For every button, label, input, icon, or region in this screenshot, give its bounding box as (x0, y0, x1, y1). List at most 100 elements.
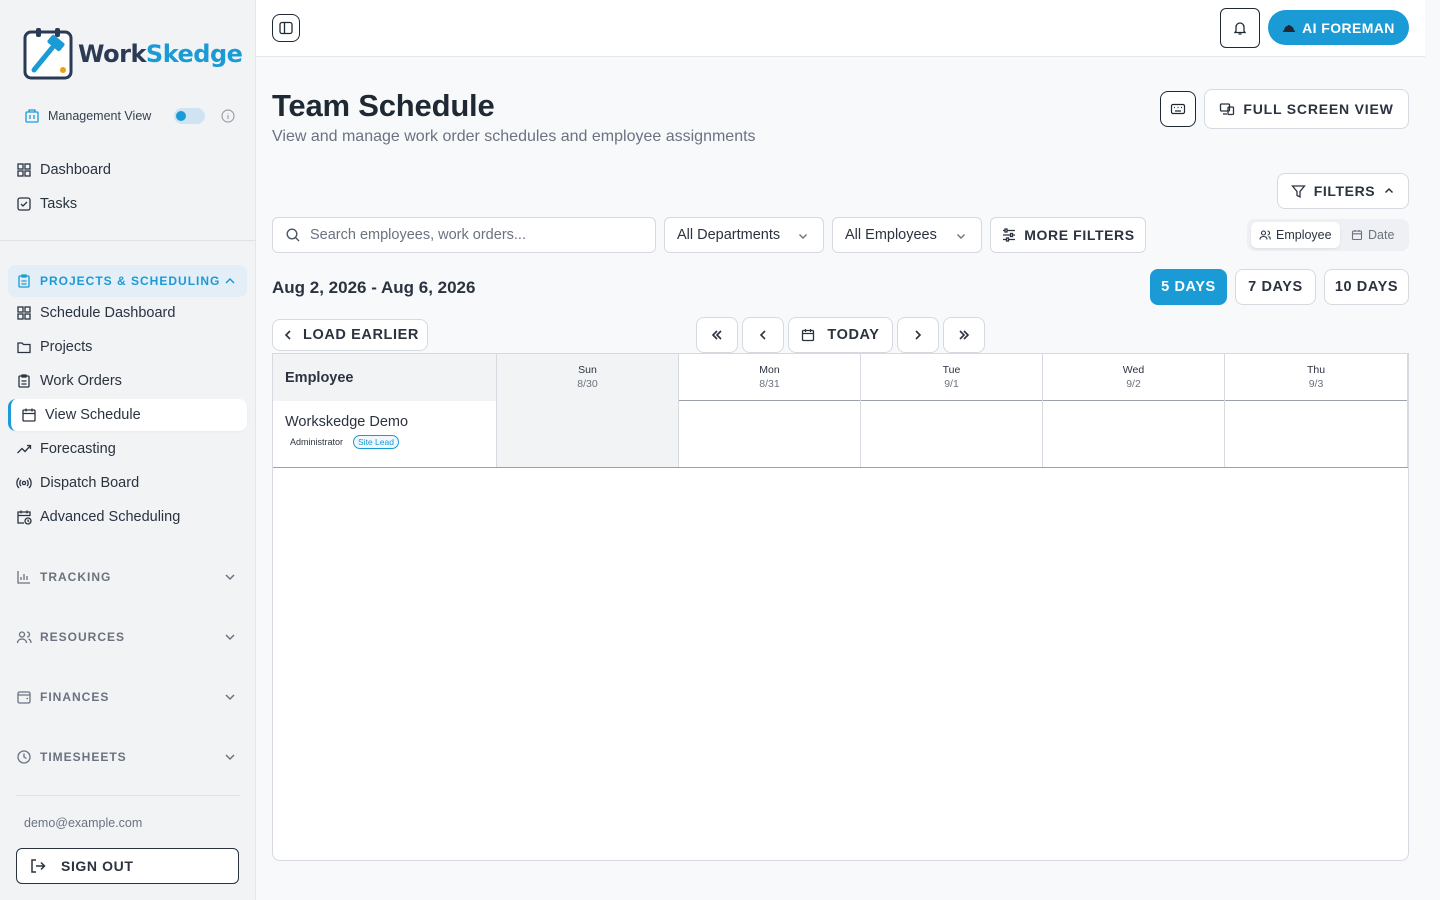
clipboard-icon (18, 274, 30, 288)
folder-icon (17, 342, 31, 354)
today-label: TODAY (827, 327, 880, 343)
notifications-button[interactable] (1220, 8, 1260, 48)
more-filters-label: MORE FILTERS (1024, 227, 1135, 243)
section-projects-scheduling[interactable]: PROJECTS & SCHEDULING (8, 265, 247, 297)
section-tracking[interactable]: TRACKING (8, 561, 247, 593)
sidebar-item-forecasting[interactable]: Forecasting (16, 433, 248, 465)
schedule-grid: Employee Sun 8/30 Mon 8/31 Tue 9/1 Wed 9… (272, 353, 1409, 861)
day-header-tue: Tue 9/1 (861, 354, 1043, 401)
chevron-up-icon (225, 277, 235, 284)
section-resources[interactable]: RESOURCES (8, 621, 247, 653)
days-5-button[interactable]: 5 DAYS (1150, 269, 1227, 305)
departments-select[interactable]: All Departments (664, 217, 824, 253)
sidebar-toggle-button[interactable] (272, 14, 300, 42)
page-scrollbar[interactable] (1425, 0, 1440, 900)
days-7-button[interactable]: 7 DAYS (1235, 269, 1316, 305)
sidebar-item-projects[interactable]: Projects (16, 331, 248, 363)
day-name: Mon (759, 364, 780, 376)
sidebar-item-dashboard[interactable]: Dashboard (16, 154, 248, 186)
schedule-cell-mon[interactable] (679, 401, 861, 467)
date-range-label: Aug 2, 2026 - Aug 6, 2026 (272, 278, 476, 297)
employee-meta: Administrator Site Lead (285, 435, 496, 449)
sidebar-item-work-orders[interactable]: Work Orders (16, 365, 248, 397)
sidebar-item-dispatch-board[interactable]: Dispatch Board (16, 467, 248, 499)
grid-icon (17, 163, 31, 177)
view-mode-date-label: Date (1368, 228, 1395, 242)
search-icon (286, 228, 300, 242)
schedule-cell-tue[interactable] (861, 401, 1043, 467)
view-mode-toggle: Employee Date (1247, 219, 1409, 251)
chevrons-right-icon (959, 330, 970, 340)
sidebar-item-advanced-scheduling[interactable]: Advanced Scheduling (16, 501, 248, 533)
keyboard-shortcuts-button[interactable] (1160, 91, 1196, 127)
filter-icon (1290, 184, 1306, 198)
load-earlier-button[interactable]: LOAD EARLIER (272, 319, 428, 351)
sidebar-item-schedule-dashboard[interactable]: Schedule Dashboard (16, 297, 248, 329)
next-button[interactable] (897, 317, 939, 353)
toggle-knob (176, 111, 186, 121)
sidebar-item-tasks[interactable]: Tasks (16, 188, 248, 220)
days-10-button[interactable]: 10 DAYS (1324, 269, 1409, 305)
sliders-icon (1003, 228, 1016, 242)
keyboard-icon (1170, 103, 1186, 115)
logo-text-skedge: Skedge (145, 40, 243, 68)
section-finances[interactable]: FINANCES (8, 681, 247, 713)
section-title: TIMESHEETS (40, 750, 127, 764)
chevron-down-icon (225, 574, 235, 581)
checkbox-icon (17, 197, 31, 211)
ai-foreman-button[interactable]: AI FOREMAN (1268, 10, 1409, 45)
chevron-down-icon (957, 234, 965, 239)
page-title: Team Schedule (272, 88, 495, 123)
sidebar-item-label: Schedule Dashboard (40, 305, 176, 321)
section-title: PROJECTS & SCHEDULING (40, 274, 221, 288)
info-icon[interactable] (220, 108, 236, 124)
sidebar-item-label: Forecasting (40, 441, 116, 457)
calendar-icon (1351, 230, 1363, 241)
filters-toggle-button[interactable]: FILTERS (1277, 173, 1409, 209)
day-date: 9/3 (1308, 378, 1324, 390)
section-timesheets[interactable]: TIMESHEETS (8, 741, 247, 773)
search-box[interactable] (272, 217, 656, 253)
sign-out-label: SIGN OUT (61, 858, 134, 874)
page-subtitle: View and manage work order schedules and… (272, 128, 756, 145)
previous-button[interactable] (742, 317, 784, 353)
role-badge: Site Lead (353, 435, 399, 449)
more-filters-button[interactable]: MORE FILTERS (990, 217, 1146, 253)
sidebar-item-label: Projects (40, 339, 93, 355)
trend-icon (17, 444, 32, 454)
filters-label: FILTERS (1313, 183, 1376, 199)
jump-back-button[interactable] (696, 317, 738, 353)
search-input[interactable] (310, 227, 630, 243)
chevron-left-icon (759, 330, 766, 340)
load-earlier-label: LOAD EARLIER (303, 327, 419, 343)
schedule-cell-sun[interactable] (497, 401, 679, 467)
management-view: Management View (24, 106, 236, 126)
chevron-down-icon (225, 694, 235, 701)
employee-cell[interactable]: Workskedge Demo Administrator Site Lead (273, 401, 497, 467)
sidebar: WorkSkedge Management View Dashboard Tas… (0, 0, 256, 900)
sidebar-item-view-schedule[interactable]: View Schedule (8, 399, 247, 431)
view-mode-date[interactable]: Date (1343, 222, 1402, 248)
logo-text-work: Work (78, 40, 146, 68)
view-mode-employee-label: Employee (1276, 228, 1332, 242)
logo-hammer-icon (23, 28, 73, 80)
logo[interactable]: WorkSkedge (22, 26, 243, 82)
section-title: TRACKING (40, 570, 112, 584)
sidebar-item-label: Dashboard (40, 162, 111, 178)
day-date: 8/31 (759, 378, 780, 390)
view-mode-employee[interactable]: Employee (1251, 222, 1340, 248)
radio-icon (16, 477, 32, 489)
management-view-label: Management View (48, 109, 152, 123)
full-screen-view-button[interactable]: FULL SCREEN VIEW (1204, 89, 1409, 129)
schedule-cell-wed[interactable] (1043, 401, 1225, 467)
table-row: Workskedge Demo Administrator Site Lead (273, 401, 1408, 468)
jump-forward-button[interactable] (943, 317, 985, 353)
section-title: RESOURCES (40, 630, 126, 644)
schedule-cell-thu[interactable] (1225, 401, 1408, 467)
sign-out-button[interactable]: SIGN OUT (16, 848, 239, 884)
day-name: Tue (942, 364, 961, 376)
today-button[interactable]: TODAY (788, 317, 893, 353)
management-view-toggle[interactable] (174, 108, 205, 124)
chevron-down-icon (799, 234, 807, 239)
employees-select[interactable]: All Employees (832, 217, 982, 253)
